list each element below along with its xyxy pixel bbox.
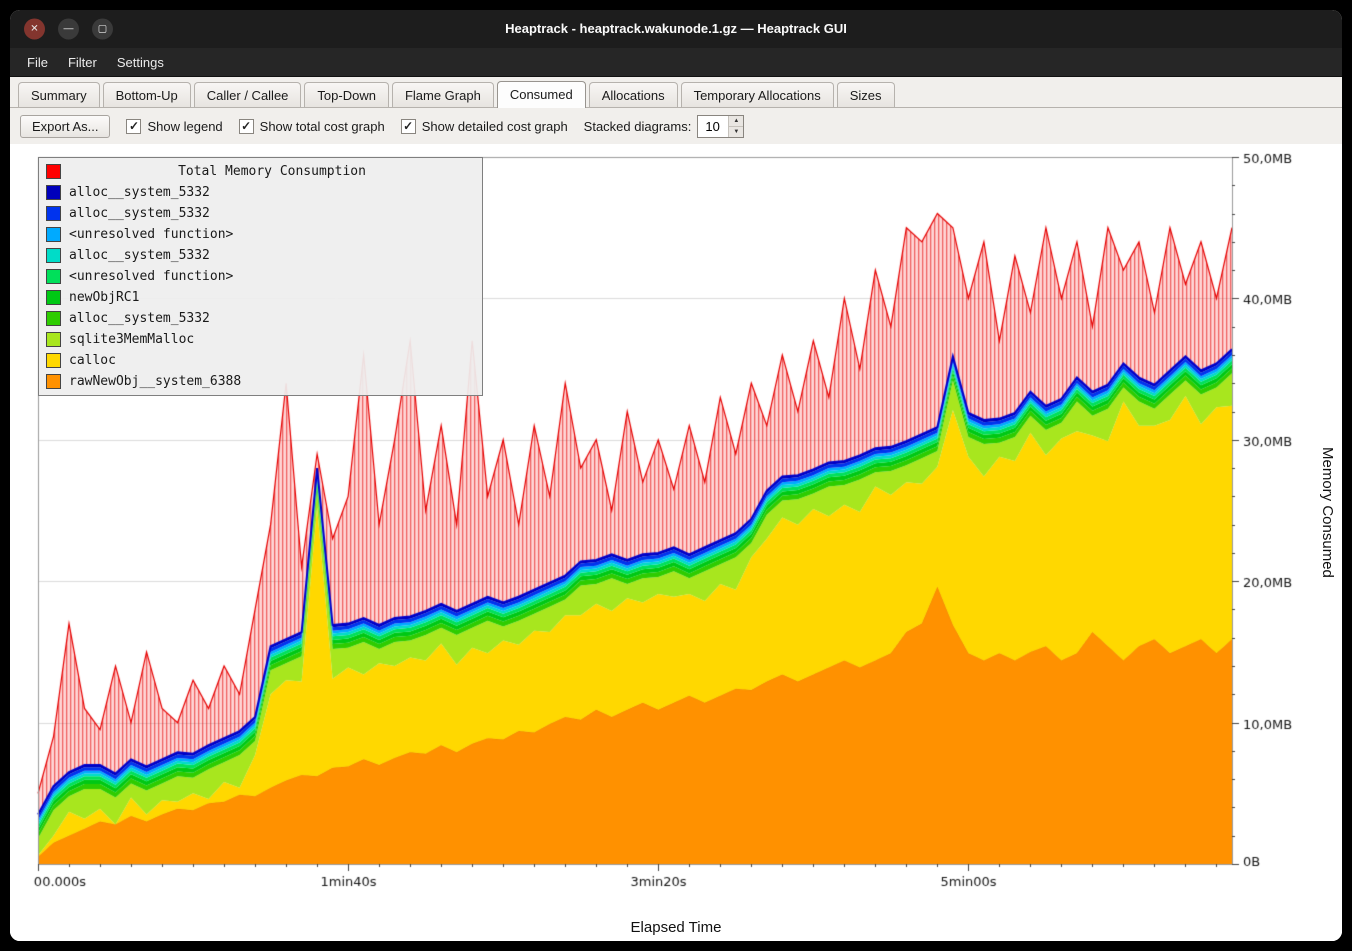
legend-item: <unresolved function> xyxy=(43,224,478,245)
menu-file[interactable]: File xyxy=(18,51,57,74)
legend-swatch xyxy=(46,353,61,368)
export-as-button[interactable]: Export As... xyxy=(20,115,110,138)
heaptrack-window: ✕ — ▢ Heaptrack - heaptrack.wakunode.1.gz … xyxy=(10,10,1342,941)
legend-item: alloc__system_5332 xyxy=(43,203,478,224)
menu-filter[interactable]: Filter xyxy=(59,51,106,74)
x-axis-title: Elapsed Time xyxy=(10,912,1342,941)
legend-swatch xyxy=(46,374,61,389)
legend-swatch xyxy=(46,227,61,242)
legend-item: alloc__system_5332 xyxy=(43,308,478,329)
tab-flame-graph[interactable]: Flame Graph xyxy=(392,82,494,107)
legend-swatch xyxy=(46,185,61,200)
maximize-button[interactable]: ▢ xyxy=(92,19,113,40)
tab-temporary-allocations[interactable]: Temporary Allocations xyxy=(681,82,834,107)
minimize-button[interactable]: — xyxy=(58,19,79,40)
menubar: FileFilterSettings xyxy=(10,48,1342,77)
tab-bar: SummaryBottom-UpCaller / CalleeTop-DownF… xyxy=(10,77,1342,108)
legend-swatch xyxy=(46,332,61,347)
legend-label: newObjRC1 xyxy=(69,290,139,305)
checkbox-show-detailed-cost-graph-box[interactable]: ✓ xyxy=(401,119,416,134)
window-controls: ✕ — ▢ xyxy=(24,19,113,40)
legend-label: rawNewObj__system_6388 xyxy=(69,374,241,389)
menu-settings[interactable]: Settings xyxy=(108,51,173,74)
checkbox-show-detailed-cost-graph-label: Show detailed cost graph xyxy=(422,119,568,134)
y-axis-title: Memory Consumed xyxy=(1319,447,1336,578)
spinbox-value[interactable]: 10 xyxy=(698,116,728,137)
checkbox-show-detailed-cost-graph[interactable]: ✓ Show detailed cost graph xyxy=(401,119,568,134)
checkbox-group: ✓ Show legend ✓ Show total cost graph ✓ Show … xyxy=(126,119,567,134)
spinbox-buttons: ▲ ▼ xyxy=(728,116,743,137)
stacked-diagrams-label: Stacked diagrams: xyxy=(584,119,692,134)
checkbox-show-total-cost-graph[interactable]: ✓ Show total cost graph xyxy=(239,119,385,134)
legend-item: sqlite3MemMalloc xyxy=(43,329,478,350)
legend-label: calloc xyxy=(69,353,116,368)
legend-swatch xyxy=(46,290,61,305)
legend-title-swatch xyxy=(46,164,61,179)
tab-top-down[interactable]: Top-Down xyxy=(304,82,389,107)
titlebar[interactable]: ✕ — ▢ Heaptrack - heaptrack.wakunode.1.gz … xyxy=(10,10,1342,48)
legend-label: alloc__system_5332 xyxy=(69,206,210,221)
legend-item: alloc__system_5332 xyxy=(43,245,478,266)
legend-label: alloc__system_5332 xyxy=(69,248,210,263)
checkbox-show-legend-box[interactable]: ✓ xyxy=(126,119,141,134)
close-button[interactable]: ✕ xyxy=(24,19,45,40)
chart-legend: Total Memory Consumption alloc__system_53… xyxy=(38,157,483,396)
stacked-diagrams-spinbox[interactable]: 10 ▲ ▼ xyxy=(697,115,744,138)
spinbox-up-button[interactable]: ▲ xyxy=(729,116,743,127)
window-title: Heaptrack - heaptrack.wakunode.1.gz — He… xyxy=(10,10,1342,48)
legend-label: <unresolved function> xyxy=(69,269,233,284)
spinbox-down-button[interactable]: ▼ xyxy=(729,127,743,137)
legend-item: calloc xyxy=(43,350,478,371)
tab-sizes[interactable]: Sizes xyxy=(837,82,895,107)
legend-swatch xyxy=(46,248,61,263)
legend-item: rawNewObj__system_6388 xyxy=(43,371,478,392)
legend-swatch xyxy=(46,206,61,221)
memory-consumption-chart: Total Memory Consumption alloc__system_53… xyxy=(10,144,1342,941)
checkbox-show-legend-label: Show legend xyxy=(147,119,222,134)
legend-label: sqlite3MemMalloc xyxy=(69,332,194,347)
tab-allocations[interactable]: Allocations xyxy=(589,82,678,107)
tab-caller-callee[interactable]: Caller / Callee xyxy=(194,82,302,107)
legend-label: <unresolved function> xyxy=(69,227,233,242)
legend-label: alloc__system_5332 xyxy=(69,185,210,200)
legend-swatch xyxy=(46,311,61,326)
legend-swatch xyxy=(46,269,61,284)
legend-item: alloc__system_5332 xyxy=(43,182,478,203)
legend-title: Total Memory Consumption xyxy=(69,164,475,179)
legend-title-row: Total Memory Consumption xyxy=(43,161,478,182)
checkbox-show-total-cost-graph-box[interactable]: ✓ xyxy=(239,119,254,134)
toolbar: Export As... ✓ Show legend ✓ Show total cos… xyxy=(10,108,1342,144)
legend-item: newObjRC1 xyxy=(43,287,478,308)
legend-item: <unresolved function> xyxy=(43,266,478,287)
legend-label: alloc__system_5332 xyxy=(69,311,210,326)
checkbox-show-legend[interactable]: ✓ Show legend xyxy=(126,119,222,134)
tab-summary[interactable]: Summary xyxy=(18,82,100,107)
checkbox-show-total-cost-graph-label: Show total cost graph xyxy=(260,119,385,134)
tab-consumed[interactable]: Consumed xyxy=(497,81,586,108)
tab-bottom-up[interactable]: Bottom-Up xyxy=(103,82,191,107)
